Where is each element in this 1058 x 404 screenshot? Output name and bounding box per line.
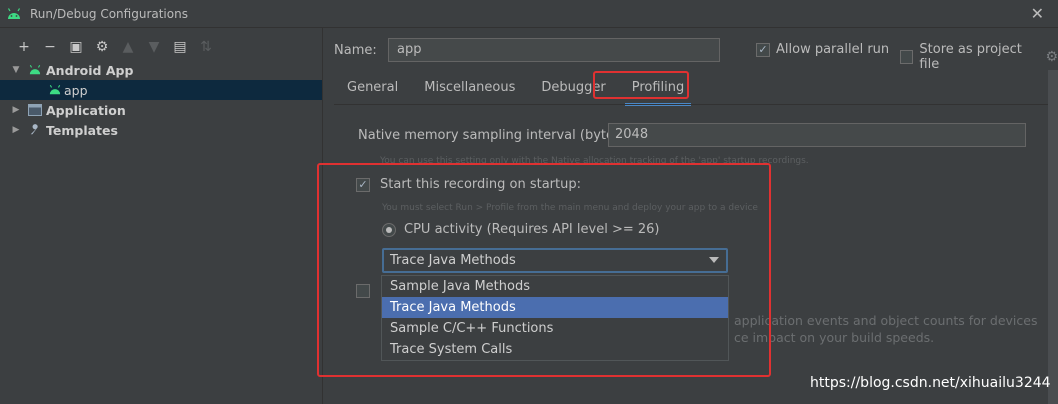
tree-item-android-app[interactable]: ▼ Android App xyxy=(0,60,322,80)
application-window-icon xyxy=(28,104,42,116)
expand-arrow-icon[interactable]: ▶ xyxy=(10,125,22,135)
allow-parallel-run-option[interactable]: ✓ Allow parallel run xyxy=(756,42,889,57)
folder-icon[interactable]: ▤ xyxy=(168,37,192,57)
expand-arrow-icon[interactable]: ▶ xyxy=(10,105,22,115)
tree-item-label: Application xyxy=(46,102,126,118)
android-icon xyxy=(7,7,21,19)
scrollbar[interactable] xyxy=(1048,70,1058,404)
move-down-icon[interactable]: ▼ xyxy=(142,37,166,57)
sort-icon[interactable]: ⇅ xyxy=(194,37,218,57)
add-icon[interactable]: + xyxy=(12,37,36,57)
tabs-divider xyxy=(334,104,1058,105)
tab-general[interactable]: General xyxy=(334,72,411,104)
gear-icon[interactable]: ⚙ xyxy=(1045,49,1058,65)
store-as-project-file-label: Store as project file xyxy=(919,42,1022,72)
watermark: https://blog.csdn.net/xihuailu3244 xyxy=(810,375,1051,391)
startup-recording-highlight xyxy=(317,163,771,377)
expand-arrow-icon[interactable]: ▼ xyxy=(10,65,22,75)
store-as-project-file-option[interactable]: Store as project file ⚙ xyxy=(900,42,1058,72)
title-bar: Run/Debug Configurations ✕ xyxy=(0,0,1058,28)
configurations-toolbar: + − ▣ ⚙ ▲ ▼ ▤ ⇅ xyxy=(0,36,322,58)
tree-item-label: Templates xyxy=(46,122,118,138)
window-title: Run/Debug Configurations xyxy=(30,6,188,21)
name-row: Name: app xyxy=(334,38,720,62)
android-icon xyxy=(29,65,41,75)
name-input[interactable]: app xyxy=(388,38,720,62)
tree-item-application[interactable]: ▶ Application xyxy=(0,100,322,120)
move-up-icon[interactable]: ▲ xyxy=(116,37,140,57)
profiling-tab-highlight xyxy=(593,71,689,99)
tab-miscellaneous[interactable]: Miscellaneous xyxy=(411,72,528,104)
wrench-icon[interactable]: ⚙ xyxy=(90,37,114,57)
configurations-tree: ▼ Android App app ▶ Application ▶ Templa… xyxy=(0,60,322,404)
remove-icon[interactable]: − xyxy=(38,37,62,57)
store-as-project-file-checkbox[interactable] xyxy=(900,50,914,64)
allow-parallel-run-label: Allow parallel run xyxy=(776,42,890,57)
tree-item-label: app xyxy=(64,82,88,98)
name-label: Name: xyxy=(334,42,377,58)
faded-description-line1: application events and object counts for… xyxy=(734,313,1038,328)
tree-item-label: Android App xyxy=(46,62,134,78)
tree-item-app[interactable]: app xyxy=(0,80,322,100)
android-icon xyxy=(49,85,61,95)
native-memory-label: Native memory sampling interval (bytes): xyxy=(358,128,631,143)
close-icon[interactable]: ✕ xyxy=(1031,4,1044,23)
copy-icon[interactable]: ▣ xyxy=(64,37,88,57)
allow-parallel-run-checkbox[interactable]: ✓ xyxy=(756,42,770,57)
wrench-icon xyxy=(30,124,38,135)
native-memory-input[interactable]: 2048 xyxy=(608,123,1026,147)
tree-item-templates[interactable]: ▶ Templates xyxy=(0,120,322,140)
